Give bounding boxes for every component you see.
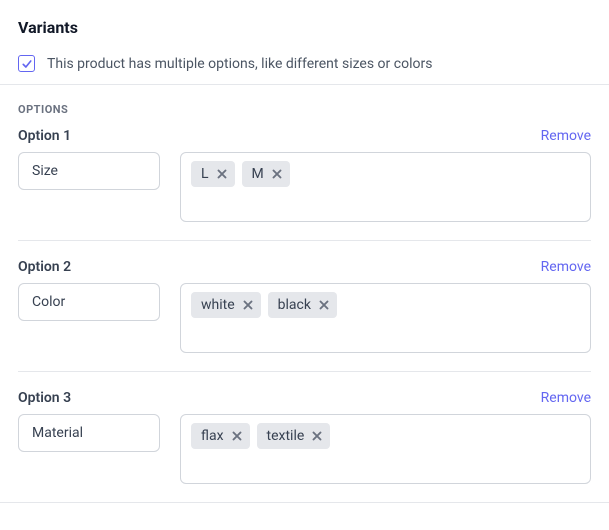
option-values-input[interactable]: white black bbox=[180, 283, 591, 353]
multiple-options-checkbox[interactable] bbox=[18, 55, 35, 72]
remove-option-link[interactable]: Remove bbox=[541, 259, 591, 275]
option-values-input[interactable]: flax textile bbox=[180, 414, 591, 484]
options-heading: OPTIONS bbox=[18, 103, 591, 116]
option-label: Option 3 bbox=[18, 390, 71, 406]
tag-label: black bbox=[278, 297, 311, 313]
close-icon[interactable] bbox=[317, 298, 331, 312]
option-divider bbox=[18, 371, 591, 372]
option-name-input[interactable] bbox=[18, 152, 160, 190]
close-icon[interactable] bbox=[241, 298, 255, 312]
option-block: Option 2 Remove white black bbox=[18, 259, 591, 353]
tag-label: L bbox=[201, 166, 209, 182]
tag-label: white bbox=[201, 297, 235, 313]
option-value-tag: white bbox=[191, 292, 261, 318]
option-value-tag: M bbox=[242, 161, 290, 187]
option-block: Option 1RemoveLM bbox=[18, 128, 591, 222]
close-icon[interactable] bbox=[310, 429, 324, 443]
close-icon[interactable] bbox=[270, 167, 284, 181]
section-divider bbox=[0, 502, 609, 503]
tag-label: flax bbox=[201, 428, 224, 444]
option-values-input[interactable]: LM bbox=[180, 152, 591, 222]
option-name-input[interactable] bbox=[18, 414, 160, 452]
close-icon[interactable] bbox=[215, 167, 229, 181]
option-name-input[interactable] bbox=[18, 283, 160, 321]
variants-title: Variants bbox=[18, 18, 591, 37]
option-divider bbox=[18, 240, 591, 241]
remove-option-link[interactable]: Remove bbox=[541, 390, 591, 406]
option-label: Option 1 bbox=[18, 128, 71, 144]
remove-option-link[interactable]: Remove bbox=[541, 128, 591, 144]
multiple-options-label: This product has multiple options, like … bbox=[47, 56, 432, 72]
check-icon bbox=[21, 58, 33, 70]
option-value-tag: flax bbox=[191, 423, 250, 449]
option-value-tag: black bbox=[268, 292, 337, 318]
option-label: Option 2 bbox=[18, 259, 71, 275]
close-icon[interactable] bbox=[230, 429, 244, 443]
option-value-tag: textile bbox=[257, 423, 331, 449]
option-block: Option 3 Remove flax textile bbox=[18, 390, 591, 484]
tag-label: M bbox=[252, 166, 264, 182]
tag-label: textile bbox=[267, 428, 305, 444]
option-value-tag: L bbox=[191, 161, 235, 187]
